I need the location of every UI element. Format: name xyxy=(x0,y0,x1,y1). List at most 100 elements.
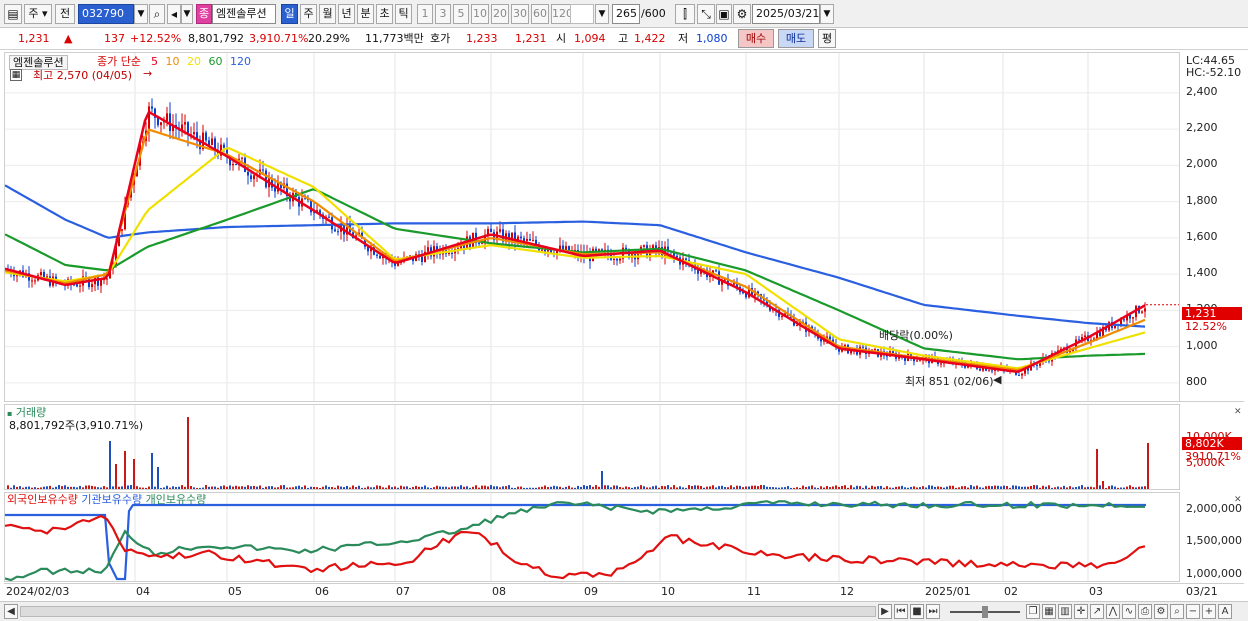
chevron-down-icon[interactable]: ▼ xyxy=(134,4,148,24)
scroll-track[interactable] xyxy=(20,606,876,617)
period-button-2[interactable]: 월 xyxy=(319,4,336,24)
price-chart[interactable] xyxy=(5,53,1179,401)
volume-chart-panel[interactable]: ▪ 거래량 8,801,792주(3,910.71%) xyxy=(4,404,1180,490)
panel-close-icon[interactable]: ✕ xyxy=(1234,406,1242,419)
candle-body xyxy=(451,252,453,254)
volume-chart[interactable] xyxy=(5,405,1179,489)
chart-window: ▤ 주 ▾ 전 032790 ▼ ⌕ ◂ ▼ 종 엠젠솔루션 일주월년분초틱 1… xyxy=(0,0,1248,621)
split-icon[interactable]: ▥ xyxy=(1058,604,1072,619)
price-chart-panel[interactable]: 엠젠솔루션 종가 단순 5 10 20 60 120 ▦ 최고 2,570 (0… xyxy=(4,52,1180,402)
volume-bar xyxy=(502,486,504,489)
period-button-6[interactable]: 틱 xyxy=(395,4,412,24)
speaker-dropdown-icon[interactable]: ▼ xyxy=(181,4,193,24)
candle-body xyxy=(862,346,864,348)
current-price: 1,231 xyxy=(18,32,50,45)
first-page-icon[interactable]: ⏮ xyxy=(894,604,908,619)
date-input[interactable]: 2025/03/21 xyxy=(752,4,820,24)
interval-dropdown-icon[interactable]: ▼ xyxy=(595,4,609,24)
quote-row: 1,231 ▲ 137 +12.52% 8,801,792 3,910.71% … xyxy=(0,28,1248,50)
pattern-icon[interactable]: ⋀ xyxy=(1106,604,1120,619)
interval-button-20[interactable]: 20 xyxy=(491,4,509,24)
volume-bar xyxy=(313,486,315,489)
zoom-reset-icon[interactable]: ⌕ xyxy=(1170,604,1184,619)
interval-button-10[interactable]: 10 xyxy=(471,4,489,24)
indiv-holdings-line xyxy=(5,500,1145,581)
period-button-5[interactable]: 초 xyxy=(376,4,393,24)
settings-icon[interactable]: ⚙ xyxy=(1154,604,1168,619)
interval-button-5[interactable]: 5 xyxy=(453,4,469,24)
wave-icon[interactable]: ∿ xyxy=(1122,604,1136,619)
volume-bar xyxy=(28,486,30,489)
copy-icon[interactable]: ❐ xyxy=(1026,604,1040,619)
market-select[interactable]: 주 ▾ xyxy=(24,4,52,24)
interval-button-120[interactable]: 120 xyxy=(551,4,571,24)
sell-button[interactable]: 매도 xyxy=(778,29,814,48)
volume-bar xyxy=(802,485,804,489)
candle-body xyxy=(184,122,186,125)
volume-bar xyxy=(925,487,927,489)
volume-bar xyxy=(859,486,861,489)
calendar-dropdown-icon[interactable]: ▼ xyxy=(820,4,834,24)
crosshair-icon[interactable]: ✛ xyxy=(1074,604,1088,619)
volume-bar xyxy=(226,486,228,489)
interval-button-60[interactable]: 60 xyxy=(531,4,549,24)
interval-button-1[interactable]: 1 xyxy=(417,4,433,24)
window-menu-icon[interactable]: ▤ xyxy=(4,4,22,24)
font-size-icon[interactable]: A xyxy=(1218,604,1232,619)
last-page-icon[interactable]: ⏭ xyxy=(926,604,940,619)
stock-code-input[interactable]: 032790 xyxy=(78,4,134,24)
open-label: 시 xyxy=(556,32,567,45)
period-button-4[interactable]: 분 xyxy=(357,4,374,24)
eval-button[interactable]: 평 xyxy=(818,29,836,48)
chart-scrollbar[interactable]: ◀ ▶ ⏮ ■ ⏭ ❐ ▦ ▥ ✛ ↗ ⋀ ∿ ⎙ ⚙ ⌕ − + A xyxy=(0,601,1248,621)
period-button-0[interactable]: 일 xyxy=(281,4,298,24)
volume-bar xyxy=(952,485,954,489)
volume-bar xyxy=(718,486,720,489)
print-icon[interactable]: ⎙ xyxy=(1138,604,1152,619)
holdings-y-axis[interactable]: 2,000,000 1,500,000 1,000,000 ✕ xyxy=(1180,492,1244,582)
scroll-right-icon[interactable]: ▶ xyxy=(878,604,892,619)
zoom-slider-handle[interactable] xyxy=(982,606,988,618)
save-icon[interactable]: ▣ xyxy=(716,4,732,24)
grid-toggle-icon[interactable]: ▦ xyxy=(10,69,22,81)
volume-bar xyxy=(274,487,276,489)
interval-custom-input[interactable] xyxy=(570,4,594,24)
volume-bar xyxy=(964,486,966,489)
volume-y-axis[interactable]: 10,000K 5,000K 8,802K 3910.71% ✕ xyxy=(1180,404,1244,490)
holdings-chart[interactable] xyxy=(5,493,1179,581)
gear-icon[interactable]: ⚙ xyxy=(733,4,751,24)
stop-icon[interactable]: ■ xyxy=(910,604,924,619)
price-y-axis[interactable]: LC:44.65 HC:-52.10 2,400 2,200 2,000 1,800 1… xyxy=(1180,52,1244,402)
volume-bar xyxy=(922,486,924,489)
speaker-icon[interactable]: ◂ xyxy=(167,4,181,24)
volume-tag: 8,802K xyxy=(1182,437,1242,450)
candle-type-icon[interactable]: ⫿ xyxy=(675,4,695,24)
volume-bar xyxy=(490,485,492,489)
buy-button[interactable]: 매수 xyxy=(738,29,774,48)
volume-bar xyxy=(229,485,231,489)
search-icon[interactable]: ⌕ xyxy=(149,4,165,24)
volume-bar xyxy=(1096,449,1098,489)
volume-bar xyxy=(118,486,120,489)
layout-icon[interactable]: ▦ xyxy=(1042,604,1056,619)
zoom-in-icon[interactable]: + xyxy=(1202,604,1216,619)
stock-name-field[interactable]: 엠젠솔루션 xyxy=(212,4,276,24)
volume-bar xyxy=(316,487,318,489)
holdings-close-icon[interactable]: ✕ xyxy=(1234,494,1242,507)
trend-icon[interactable]: ↗ xyxy=(1090,604,1104,619)
period-button-3[interactable]: 년 xyxy=(338,4,355,24)
scroll-left-icon[interactable]: ◀ xyxy=(4,604,18,619)
period-button-1[interactable]: 주 xyxy=(300,4,317,24)
volume-bar xyxy=(52,487,54,489)
draw-line-icon[interactable]: ⤡ xyxy=(697,4,715,24)
zoom-out-icon[interactable]: − xyxy=(1186,604,1200,619)
interval-button-30[interactable]: 30 xyxy=(511,4,529,24)
prev-button[interactable]: 전 xyxy=(55,4,75,24)
volume-bar xyxy=(958,487,960,489)
interval-button-3[interactable]: 3 xyxy=(435,4,451,24)
volume-bar xyxy=(457,486,459,489)
holdings-chart-panel[interactable]: 외국인보유수량 기관보유수량 개인보유수량 xyxy=(4,492,1180,582)
volume-bar xyxy=(241,486,243,489)
candle-body xyxy=(499,229,501,232)
count-input[interactable]: 265 xyxy=(612,4,640,24)
